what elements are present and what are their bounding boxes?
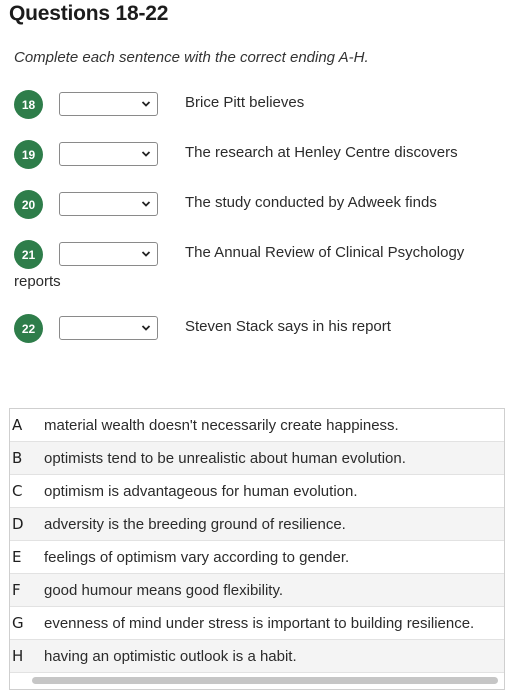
- option-letter: C: [12, 482, 23, 500]
- option-text: optimism is advantageous for human evolu…: [44, 483, 358, 500]
- answer-select-20[interactable]: [59, 192, 158, 216]
- answer-select-21[interactable]: [59, 242, 158, 266]
- question-text: The Annual Review of Clinical Psychology: [185, 244, 465, 261]
- question-text: Steven Stack says in his report: [185, 318, 391, 335]
- question-number-badge: 18: [14, 90, 43, 119]
- option-row-c: C optimism is advantageous for human evo…: [10, 475, 504, 508]
- option-text: having an optimistic outlook is a habit.: [44, 648, 297, 665]
- horizontal-scrollbar[interactable]: [32, 677, 498, 684]
- option-row-g: G evenness of mind under stress is impor…: [10, 607, 504, 640]
- question-number-badge: 21: [14, 240, 43, 269]
- option-row-a: A material wealth doesn't necessarily cr…: [10, 409, 504, 442]
- option-letter: B: [12, 449, 23, 467]
- question-number-badge: 22: [14, 314, 43, 343]
- question-text-continuation: reports: [14, 273, 61, 290]
- option-text: adversity is the breeding ground of resi…: [44, 516, 346, 533]
- option-letter: F: [12, 581, 21, 599]
- option-letter: A: [12, 416, 23, 434]
- option-row-e: E feelings of optimism vary according to…: [10, 541, 504, 574]
- question-number-badge: 19: [14, 140, 43, 169]
- question-text: Brice Pitt believes: [185, 94, 305, 111]
- option-row-h: H having an optimistic outlook is a habi…: [10, 640, 504, 673]
- option-letter: E: [12, 548, 22, 566]
- question-row-21: 21 The Annual Review of Clinical Psychol…: [14, 239, 504, 269]
- question-row-22: 22 Steven Stack says in his report: [14, 313, 504, 343]
- option-row-d: D adversity is the breeding ground of re…: [10, 508, 504, 541]
- question-row-19: 19 The research at Henley Centre discove…: [14, 139, 504, 169]
- option-text: good humour means good flexibility.: [44, 582, 284, 599]
- instructions: Complete each sentence with the correct …: [14, 49, 369, 66]
- option-text: feelings of optimism vary according to g…: [44, 549, 350, 566]
- chevron-down-icon: [141, 325, 151, 331]
- option-text: optimists tend to be unrealistic about h…: [44, 450, 406, 467]
- option-text: material wealth doesn't necessarily crea…: [44, 417, 399, 434]
- answer-select-18[interactable]: [59, 92, 158, 116]
- answer-select-22[interactable]: [59, 316, 158, 340]
- page-title: Questions 18-22: [9, 2, 169, 25]
- question-number-badge: 20: [14, 190, 43, 219]
- question-text: The research at Henley Centre discovers: [185, 144, 458, 161]
- option-row-b: B optimists tend to be unrealistic about…: [10, 442, 504, 475]
- option-text: evenness of mind under stress is importa…: [44, 615, 475, 632]
- option-letter: D: [12, 515, 24, 533]
- question-row-18: 18 Brice Pitt believes: [14, 89, 504, 119]
- chevron-down-icon: [141, 101, 151, 107]
- options-table: A material wealth doesn't necessarily cr…: [9, 408, 505, 690]
- chevron-down-icon: [141, 201, 151, 207]
- answer-select-19[interactable]: [59, 142, 158, 166]
- chevron-down-icon: [141, 151, 151, 157]
- option-letter: H: [12, 647, 24, 665]
- chevron-down-icon: [141, 251, 151, 257]
- option-row-f: F good humour means good flexibility.: [10, 574, 504, 607]
- question-text: The study conducted by Adweek finds: [185, 194, 437, 211]
- question-row-20: 20 The study conducted by Adweek finds: [14, 189, 504, 219]
- option-letter: G: [12, 614, 24, 632]
